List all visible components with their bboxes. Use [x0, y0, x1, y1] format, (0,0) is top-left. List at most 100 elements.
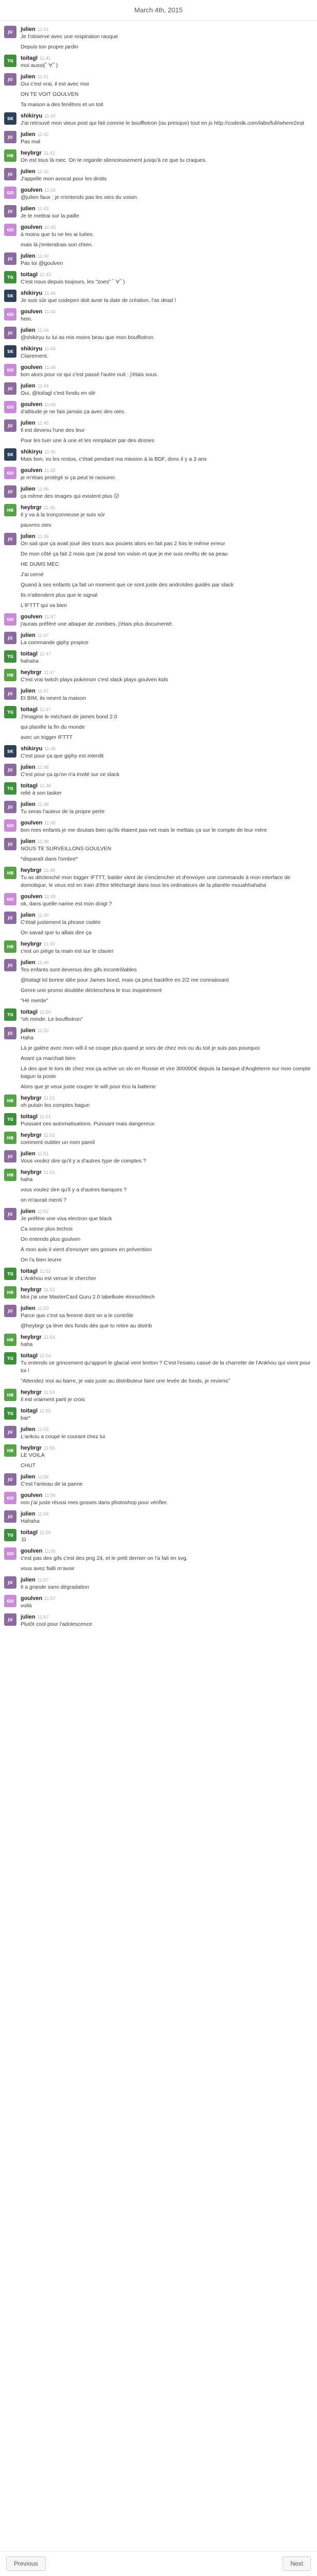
message-author[interactable]: shikiryu — [21, 290, 42, 296]
avatar[interactable]: JU — [4, 1208, 16, 1220]
avatar[interactable]: SK — [4, 448, 16, 461]
avatar[interactable]: HB — [4, 1169, 16, 1181]
message-timestamp[interactable]: 11:49 — [44, 941, 55, 947]
message-timestamp[interactable]: 11:48 — [38, 802, 49, 807]
message-timestamp[interactable]: 11:50 — [38, 1028, 49, 1033]
message-author[interactable]: toitagl — [21, 1009, 38, 1015]
avatar[interactable]: SK — [4, 745, 16, 757]
avatar[interactable]: JU — [4, 838, 16, 850]
avatar[interactable]: JU — [4, 1305, 16, 1317]
message-author[interactable]: shikiryu — [21, 346, 42, 352]
message-timestamp[interactable]: 11:43 — [44, 188, 56, 193]
avatar[interactable]: JU — [4, 1510, 16, 1523]
message-timestamp[interactable]: 11:44 — [44, 402, 56, 407]
avatar[interactable]: SK — [4, 345, 16, 358]
avatar[interactable]: GO — [4, 308, 16, 321]
message-author[interactable]: goulven — [21, 467, 42, 474]
avatar[interactable]: JU — [4, 632, 16, 644]
avatar[interactable]: JU — [4, 533, 16, 545]
message-author[interactable]: julien — [21, 1208, 36, 1215]
message-author[interactable]: goulven — [21, 224, 42, 230]
message-timestamp[interactable]: 11:54 — [44, 1335, 55, 1340]
avatar[interactable]: TG — [4, 1113, 16, 1125]
avatar[interactable]: TG — [4, 1529, 16, 1541]
message-author[interactable]: toitagl — [21, 783, 38, 789]
message-author[interactable]: julien — [21, 959, 36, 966]
message-timestamp[interactable]: 11:44 — [44, 346, 56, 351]
avatar[interactable]: HB — [4, 867, 16, 879]
message-author[interactable]: julien — [21, 26, 36, 32]
avatar[interactable]: HB — [4, 1389, 16, 1401]
message-author[interactable]: toitagl — [21, 1114, 38, 1120]
message-timestamp[interactable]: 11:51 — [40, 1114, 51, 1119]
message-timestamp[interactable]: 11:53 — [44, 1287, 55, 1292]
message-author[interactable]: shikiryu — [21, 746, 42, 752]
message-timestamp[interactable]: 11:47 — [44, 614, 56, 619]
avatar[interactable]: JU — [4, 1027, 16, 1039]
message-timestamp[interactable]: 11:56 — [38, 1511, 49, 1517]
avatar[interactable]: JU — [4, 801, 16, 813]
message-timestamp[interactable]: 11:47 — [40, 651, 51, 656]
message-timestamp[interactable]: 11:42 — [38, 169, 49, 174]
avatar[interactable]: GO — [4, 1547, 16, 1560]
message-timestamp[interactable]: 11:44 — [44, 365, 56, 370]
message-author[interactable]: julien — [21, 801, 36, 807]
message-author[interactable]: goulven — [21, 1492, 42, 1499]
avatar[interactable]: GO — [4, 1492, 16, 1504]
previous-button[interactable]: Previous — [6, 2556, 46, 2571]
message-author[interactable]: toitagl — [21, 1408, 38, 1414]
message-author[interactable]: heybrgr — [21, 150, 42, 156]
message-author[interactable]: goulven — [21, 309, 42, 315]
message-timestamp[interactable]: 11:49 — [38, 960, 49, 965]
message-author[interactable]: julien — [21, 912, 36, 918]
avatar[interactable]: JU — [4, 485, 16, 498]
message-timestamp[interactable]: 11:48 — [44, 746, 56, 751]
message-author[interactable]: toitagl — [21, 272, 38, 278]
message-timestamp[interactable]: 11:45 — [44, 449, 56, 454]
avatar[interactable]: SK — [4, 290, 16, 302]
message-timestamp[interactable]: 11:49 — [44, 894, 56, 899]
message-author[interactable]: heybrgr — [21, 1287, 42, 1293]
message-author[interactable]: julien — [21, 206, 36, 212]
message-author[interactable]: heybrgr — [21, 1445, 42, 1451]
message-timestamp[interactable]: 11:47 — [40, 707, 51, 712]
message-timestamp[interactable]: 11:42 — [44, 150, 55, 156]
message-timestamp[interactable]: 11:53 — [38, 1306, 49, 1311]
message-timestamp[interactable]: 11:41 — [40, 56, 51, 61]
message-timestamp[interactable]: 11:43 — [38, 254, 49, 259]
avatar[interactable]: JU — [4, 1426, 16, 1438]
message-author[interactable]: julien — [21, 253, 36, 259]
avatar[interactable]: HB — [4, 940, 16, 953]
avatar[interactable]: HB — [4, 1444, 16, 1457]
message-author[interactable]: julien — [21, 688, 36, 694]
message-timestamp[interactable]: 11:46 — [44, 505, 55, 510]
message-author[interactable]: toitagl — [21, 651, 38, 657]
message-timestamp[interactable]: 11:56 — [38, 1474, 49, 1479]
message-author[interactable]: julien — [21, 486, 36, 492]
message-author[interactable]: heybrgr — [21, 669, 42, 676]
message-timestamp[interactable]: 11:55 — [40, 1408, 51, 1413]
avatar[interactable]: JU — [4, 912, 16, 924]
avatar[interactable]: JU — [4, 327, 16, 339]
message-timestamp[interactable]: 11:44 — [38, 383, 49, 389]
message-timestamp[interactable]: 11:48 — [38, 765, 49, 770]
message-author[interactable]: goulven — [21, 1548, 42, 1554]
avatar[interactable]: HB — [4, 1286, 16, 1299]
message-author[interactable]: heybrgr — [21, 941, 42, 947]
message-author[interactable]: toitagl — [21, 1529, 38, 1536]
message-timestamp[interactable]: 11:55 — [38, 1427, 49, 1432]
message-timestamp[interactable]: 11:45 — [44, 468, 56, 473]
message-timestamp[interactable]: 11:47 — [38, 633, 49, 638]
avatar[interactable]: JU — [4, 419, 16, 432]
message-timestamp[interactable]: 11:56 — [40, 1530, 51, 1535]
avatar[interactable]: JU — [4, 382, 16, 395]
message-author[interactable]: heybrgr — [21, 867, 42, 873]
avatar[interactable]: TG — [4, 1268, 16, 1280]
message-timestamp[interactable]: 11:44 — [44, 309, 56, 314]
avatar[interactable]: GO — [4, 1595, 16, 1607]
message-timestamp[interactable]: 11:42 — [38, 132, 49, 137]
message-timestamp[interactable]: 11:57 — [44, 1596, 56, 1601]
avatar[interactable]: HB — [4, 1095, 16, 1107]
avatar[interactable]: HB — [4, 504, 16, 516]
avatar[interactable]: GO — [4, 893, 16, 905]
